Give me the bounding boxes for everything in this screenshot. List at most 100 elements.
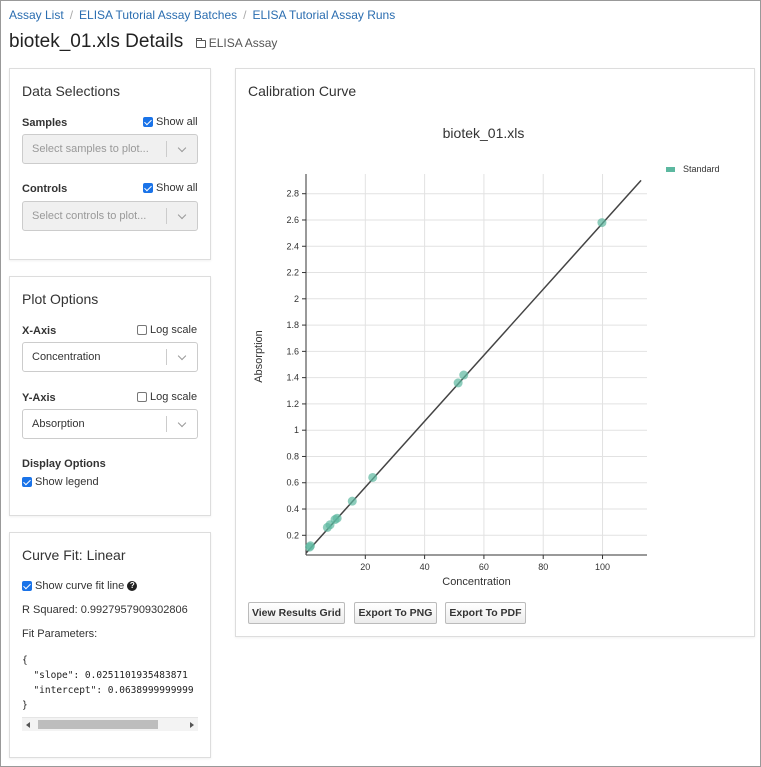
select-divider <box>166 208 167 224</box>
chevron-down-icon[interactable] <box>177 351 187 361</box>
calibration-curve-title: Calibration Curve <box>248 83 357 99</box>
controls-show-all-checkbox[interactable] <box>143 183 153 193</box>
data-selections-title: Data Selections <box>22 83 121 99</box>
samples-select-placeholder: Select samples to plot... <box>32 143 149 155</box>
y-log-scale[interactable]: Log scale <box>137 391 197 403</box>
y-axis-select[interactable]: Absorption <box>22 409 198 439</box>
x-axis-select-value: Concentration <box>32 351 101 363</box>
chevron-down-icon[interactable] <box>177 210 187 220</box>
folder-icon <box>195 38 206 48</box>
breadcrumb-assay-batches[interactable]: ELISA Tutorial Assay Batches <box>79 8 237 22</box>
chart-title: biotek_01.xls <box>443 125 525 141</box>
y-tick-label: 1.8 <box>286 320 299 330</box>
controls-show-all[interactable]: Show all <box>143 182 198 194</box>
x-tick-label: 60 <box>479 562 489 572</box>
scroll-left-icon[interactable] <box>26 722 30 728</box>
json-intercept: "intercept": 0.0638999999999 <box>22 685 194 696</box>
samples-show-all-label: Show all <box>156 116 198 128</box>
x-tick-label: 100 <box>595 562 610 572</box>
help-icon[interactable]: ? <box>127 581 138 591</box>
x-tick-label: 20 <box>360 562 370 572</box>
y-tick-label: 2.4 <box>286 241 299 251</box>
calibration-chart: biotek_01.xls 20 40 60 80 100 0.2 0.4 0.6 0.8 1 1.2… <box>253 125 720 588</box>
show-legend[interactable]: Show legend <box>22 476 99 488</box>
y-tick-label: 1 <box>294 425 299 435</box>
y-tick-label: 2 <box>294 294 299 304</box>
y-tick-label: 0.8 <box>286 451 299 461</box>
y-tick-label: 1.4 <box>286 373 299 383</box>
y-tick-label: 2.8 <box>286 189 299 199</box>
x-axis-label: X-Axis <box>22 325 57 337</box>
x-log-scale-checkbox[interactable] <box>137 325 147 335</box>
data-selections-panel: Data Selections Samples Show all Select … <box>9 68 211 260</box>
y-log-scale-checkbox[interactable] <box>137 392 147 402</box>
samples-show-all-checkbox[interactable] <box>143 117 153 127</box>
r-squared: R Squared: 0.9927957909302806 <box>22 604 188 616</box>
y-tick-label: 0.4 <box>286 504 299 514</box>
calibration-curve-panel: Calibration Curve biotek_01.xls 20 40 60 80 1… <box>235 68 755 637</box>
show-curve-fit-line[interactable]: Show curve fit line ? <box>22 580 138 592</box>
json-open: { <box>22 655 28 666</box>
y-tick-label: 0.6 <box>286 478 299 488</box>
data-point <box>347 496 357 506</box>
json-slope: "slope": 0.0251101935483871 <box>22 670 188 681</box>
data-point <box>597 218 607 228</box>
y-axis-label: Absorption <box>253 330 265 383</box>
breadcrumb: Assay List / ELISA Tutorial Assay Batches /… <box>9 8 395 22</box>
page-title: biotek_01.xls Details <box>9 31 184 52</box>
legend-label: Standard <box>683 164 720 174</box>
breadcrumb-assay-list[interactable]: Assay List <box>9 8 64 22</box>
data-point <box>368 472 378 482</box>
x-axis-select[interactable]: Concentration <box>22 342 198 372</box>
fit-parameters-json: { "slope": 0.0251101935483871 "intercept… <box>22 653 198 717</box>
y-axis-label: Y-Axis <box>22 392 56 404</box>
controls-show-all-label: Show all <box>156 182 198 194</box>
plot-options-panel: Plot Options X-Axis Log scale Concentrat… <box>9 276 211 516</box>
chevron-down-icon[interactable] <box>177 418 187 428</box>
y-tick-label: 0.2 <box>286 530 299 540</box>
y-tick-label: 2.2 <box>286 268 299 278</box>
scroll-right-icon[interactable] <box>190 722 194 728</box>
x-tick-label: 80 <box>538 562 548 572</box>
curve-fit-line <box>305 179 642 554</box>
breadcrumb-assay-runs[interactable]: ELISA Tutorial Assay Runs <box>252 8 395 22</box>
y-tick-label: 2.6 <box>286 215 299 225</box>
export-pdf-button[interactable]: Export To PDF <box>445 602 526 624</box>
y-axis-select-value: Absorption <box>32 418 85 430</box>
view-results-grid-button[interactable]: View Results Grid <box>248 602 345 624</box>
y-tick-label: 1.2 <box>286 399 299 409</box>
x-log-scale[interactable]: Log scale <box>137 324 197 336</box>
samples-select[interactable]: Select samples to plot... <box>22 134 198 164</box>
select-divider <box>166 141 167 157</box>
horizontal-scrollbar[interactable] <box>22 717 198 731</box>
controls-select[interactable]: Select controls to plot... <box>22 201 198 231</box>
y-log-scale-label: Log scale <box>150 391 198 403</box>
display-options-label: Display Options <box>22 458 106 470</box>
breadcrumb-separator: / <box>69 8 74 22</box>
data-point <box>459 370 469 380</box>
show-curve-fit-checkbox[interactable] <box>22 581 32 591</box>
y-tick-label: 1.6 <box>286 346 299 356</box>
curve-fit-title: Curve Fit: Linear <box>22 547 126 563</box>
scrollbar-thumb[interactable] <box>38 720 158 729</box>
x-log-scale-label: Log scale <box>150 324 198 336</box>
assay-type: ELISA Assay <box>195 36 278 50</box>
title-row: biotek_01.xls Details ELISA Assay <box>9 31 277 53</box>
legend-swatch <box>666 167 675 172</box>
samples-label: Samples <box>22 117 68 129</box>
controls-select-placeholder: Select controls to plot... <box>32 210 147 222</box>
fit-parameters-label: Fit Parameters: <box>22 628 98 640</box>
x-tick-label: 40 <box>420 562 430 572</box>
samples-show-all[interactable]: Show all <box>143 116 198 128</box>
json-close: } <box>22 700 28 711</box>
show-legend-checkbox[interactable] <box>22 477 32 487</box>
assay-type-label: ELISA Assay <box>208 36 278 50</box>
select-divider <box>166 416 167 432</box>
x-axis-label: Concentration <box>442 576 511 588</box>
breadcrumb-separator: / <box>243 8 247 22</box>
data-point <box>453 378 463 388</box>
controls-label: Controls <box>22 183 68 195</box>
select-divider <box>166 349 167 365</box>
chevron-down-icon[interactable] <box>177 143 187 153</box>
export-png-button[interactable]: Export To PNG <box>354 602 437 624</box>
